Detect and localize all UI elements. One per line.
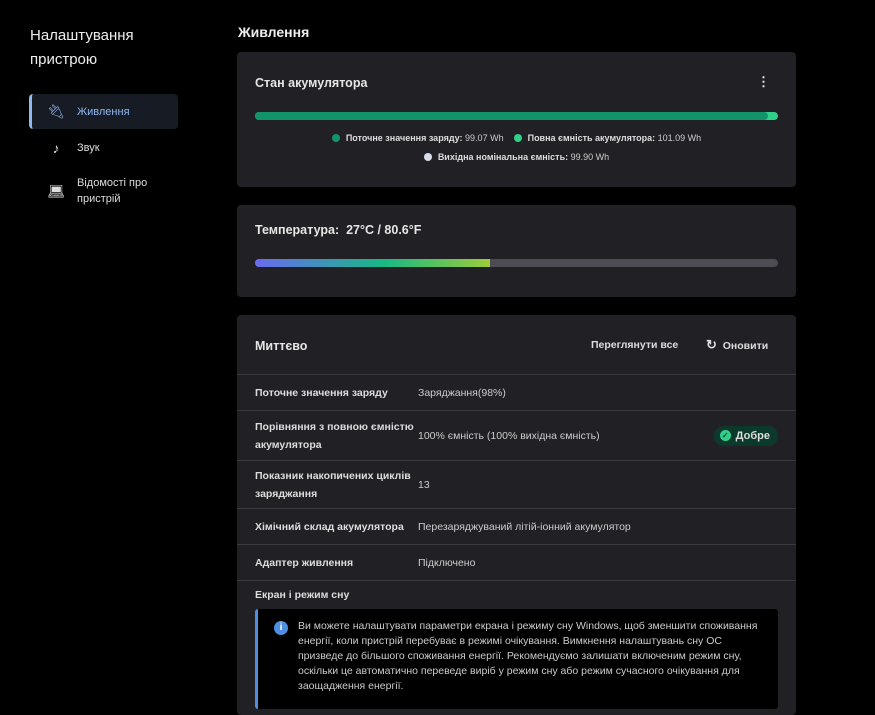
status-badge: ✓ Добре bbox=[713, 425, 778, 446]
legend-dot bbox=[513, 134, 522, 142]
legend-full-capacity: Повна ємність акумулятора: 101.09 Wh bbox=[513, 133, 701, 143]
sleep-info-box: i Ви можете налаштувати параметри екрана … bbox=[255, 609, 778, 709]
table-row: Хімічний склад акумулятора Перезаряджуван… bbox=[237, 508, 796, 544]
sidebar-title: Налаштування пристрою bbox=[30, 27, 134, 68]
legend-design-capacity: Вихідна номінальна ємність: 99.90 Wh bbox=[423, 152, 609, 162]
temperature-bar bbox=[255, 259, 778, 267]
instant-title: Миттєво bbox=[255, 339, 308, 353]
legend-dot bbox=[331, 134, 340, 142]
temperature-card: Температура: 27°C / 80.6°F bbox=[237, 205, 796, 297]
plug-icon: 🔌︎ bbox=[47, 103, 65, 119]
battery-legend-row-2: Вихідна номінальна ємність: 99.90 Wh bbox=[237, 152, 796, 162]
sidebar-item-label: Відомості про пристрій bbox=[77, 177, 148, 205]
sidebar-item-label: Живлення bbox=[77, 105, 130, 118]
temperature-bar-fill bbox=[255, 259, 491, 267]
laptop-icon: 💻︎ bbox=[47, 183, 65, 199]
sidebar-item-power[interactable]: 🔌︎ Живлення bbox=[29, 94, 178, 129]
legend-current-charge: Поточне значення заряду: 99.07 Wh bbox=[331, 133, 504, 143]
battery-card-title: Стан акумулятора bbox=[255, 76, 368, 90]
page-title: Живлення bbox=[238, 24, 310, 40]
divider bbox=[237, 580, 796, 581]
temperature-label: Температура: 27°C / 80.6°F bbox=[255, 223, 422, 237]
battery-bar bbox=[255, 112, 778, 120]
sleep-section-title: Екран і режим сну bbox=[255, 589, 350, 601]
battery-legend-row-1: Поточне значення заряду: 99.07 Wh Повна … bbox=[237, 133, 796, 143]
table-row: Показник накопичених циклів заряджання 13 bbox=[237, 460, 796, 508]
battery-bar-fill bbox=[255, 112, 768, 120]
temperature-value: 27°C / 80.6°F bbox=[346, 223, 422, 237]
check-circle-icon: ✓ bbox=[719, 430, 731, 441]
table-row: Адаптер живлення Підключено bbox=[237, 544, 796, 580]
instant-card: Миттєво Переглянути все ↻ Оновити Поточн… bbox=[237, 315, 796, 715]
refresh-button[interactable]: ↻ Оновити bbox=[706, 337, 768, 353]
table-row: Поточне значення заряду Заряджання(98%) bbox=[237, 374, 796, 410]
view-all-button[interactable]: Переглянути все bbox=[591, 339, 678, 351]
battery-status-card: Стан акумулятора ⋮ Поточне значення заря… bbox=[237, 52, 796, 187]
music-note-icon: ♪ bbox=[52, 140, 60, 156]
sidebar-item-label: Звук bbox=[77, 142, 100, 154]
more-options-icon[interactable]: ⋮ bbox=[757, 74, 770, 90]
info-icon: i bbox=[274, 621, 288, 635]
table-row: Порівняння з повною ємністю акумулятора 1… bbox=[237, 410, 796, 460]
legend-dot bbox=[423, 153, 432, 161]
sidebar-item-sound[interactable]: ♪ Звук bbox=[29, 134, 178, 162]
refresh-icon: ↻ bbox=[706, 337, 717, 352]
sidebar-item-device-info[interactable]: 💻︎ Відомості про пристрій bbox=[29, 172, 178, 210]
